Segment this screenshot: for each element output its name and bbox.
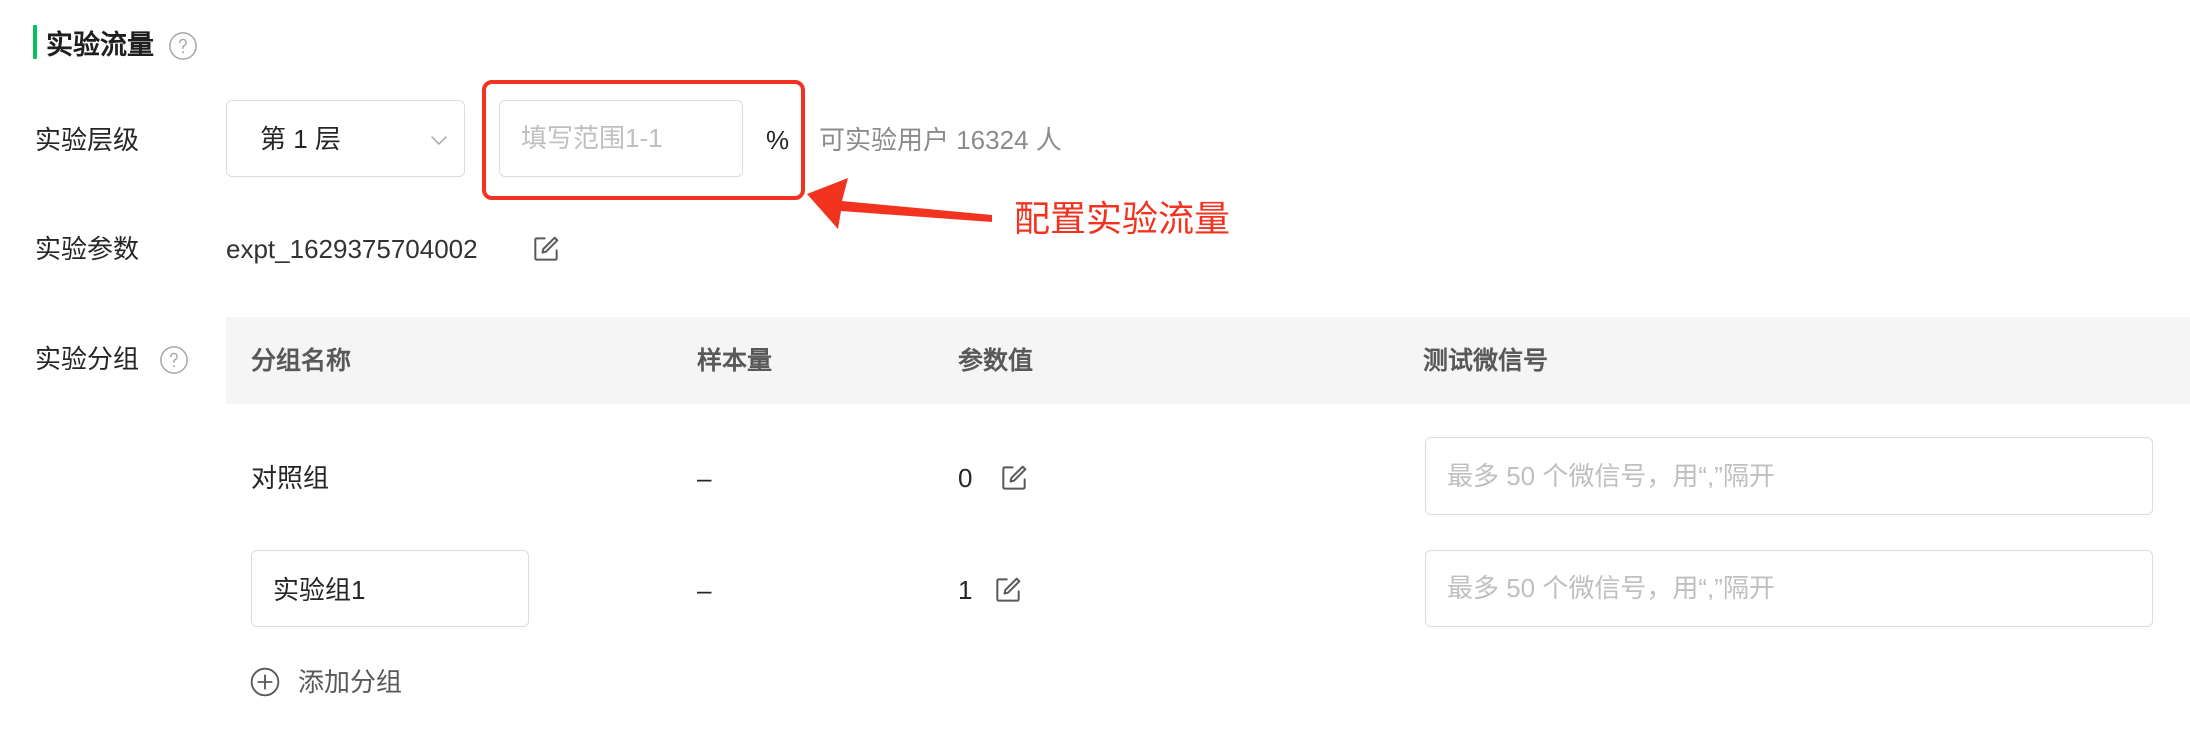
section-title: 实验流量 [46, 30, 154, 60]
column-header-sample-size: 样本量 [697, 347, 773, 375]
column-header-group-name: 分组名称 [251, 347, 352, 375]
traffic-percent-input[interactable] [499, 100, 743, 177]
table-row: – 1 [226, 550, 2190, 627]
edit-icon[interactable] [992, 574, 1024, 606]
edit-icon[interactable] [998, 462, 1030, 494]
groups-table-header: 分组名称 样本量 参数值 测试微信号 [226, 317, 2190, 404]
percent-sign: % [766, 125, 790, 155]
annotation-text: 配置实验流量 [1014, 198, 1231, 239]
layer-label: 实验层级 [35, 125, 140, 155]
chevron-down-icon [427, 128, 451, 152]
section-accent-bar [33, 25, 37, 59]
plus-circle-icon [249, 666, 281, 698]
groups-label: 实验分组 [35, 344, 140, 374]
param-label: 实验参数 [35, 234, 140, 264]
question-circle-icon[interactable] [159, 345, 189, 375]
group-name: 对照组 [251, 463, 330, 493]
param-value: expt_1629375704002 [226, 234, 478, 264]
param-value-cell: 1 [958, 575, 973, 605]
column-header-test-wechat: 测试微信号 [1423, 347, 1549, 375]
sample-size: – [697, 575, 712, 605]
arrow-icon [800, 170, 1000, 240]
question-circle-icon[interactable] [168, 31, 198, 61]
table-row: 对照组 – 0 [226, 437, 2190, 515]
param-value-cell: 0 [958, 463, 973, 493]
sample-size: – [697, 463, 712, 493]
edit-icon[interactable] [530, 233, 562, 265]
layer-select-value: 第 1 层 [260, 124, 341, 154]
add-group-button[interactable]: 添加分组 [249, 662, 449, 702]
available-users-text: 可实验用户 16324 人 [819, 125, 1062, 155]
add-group-label: 添加分组 [298, 667, 403, 697]
column-header-param-value: 参数值 [958, 347, 1034, 375]
layer-select[interactable]: 第 1 层 [226, 100, 465, 177]
test-wechat-input[interactable] [1425, 550, 2153, 627]
test-wechat-input[interactable] [1425, 437, 2153, 515]
group-name-input[interactable] [251, 550, 529, 627]
